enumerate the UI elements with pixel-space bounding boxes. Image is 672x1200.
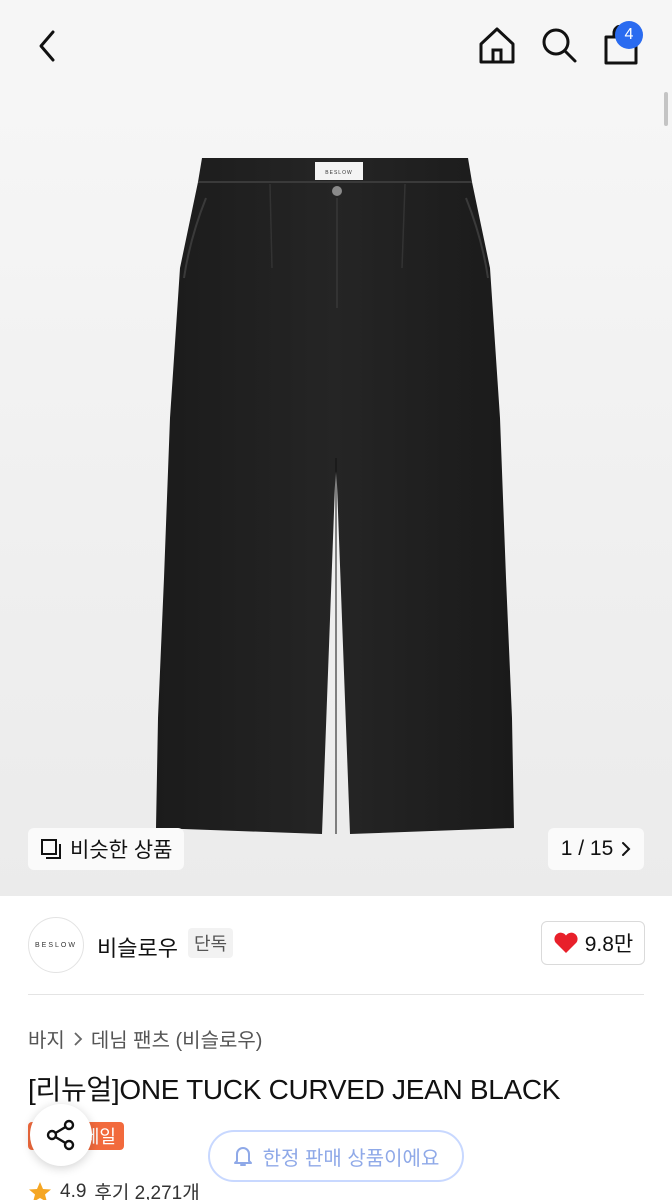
bell-icon (233, 1147, 252, 1166)
waistband-label: BESLOW (325, 170, 352, 176)
chevron-left-icon (39, 30, 55, 62)
breadcrumb-subcategory[interactable]: 데님 팬츠 (비슬로우) (91, 1024, 263, 1053)
brand-row: BESLOW 비슬로우 단독 9.8만 (0, 896, 672, 994)
image-pager-button[interactable]: 1 / 15 (548, 828, 644, 870)
product-image: BESLOW (156, 158, 514, 834)
similar-items-icon (41, 839, 61, 859)
scrollbar[interactable] (664, 92, 668, 126)
brand-name-link[interactable]: 비슬로우 (97, 931, 178, 963)
cart-count-badge: 4 (615, 21, 643, 49)
star-icon (29, 1181, 51, 1200)
review-count: 후기 2,271개 (94, 1183, 200, 1200)
share-icon (46, 1119, 75, 1151)
share-button[interactable] (30, 1104, 92, 1166)
search-icon (542, 28, 577, 63)
back-button[interactable] (26, 24, 70, 68)
rating-value: 4.9 (60, 1180, 87, 1200)
like-button[interactable]: 9.8만 (541, 921, 645, 965)
chevron-right-icon (74, 1031, 83, 1046)
home-button[interactable] (474, 22, 520, 68)
similar-products-button[interactable]: 비슷한 상품 (28, 828, 185, 870)
top-navigation-bar: 4 (0, 0, 672, 92)
breadcrumb-category[interactable]: 바지 (28, 1024, 65, 1053)
limited-sale-label: 한정 판매 상품이에요 (262, 1147, 440, 1170)
brand-logo[interactable]: BESLOW (28, 917, 84, 973)
divider (28, 994, 644, 995)
breadcrumb: 바지 데님 팬츠 (비슬로우) (28, 1024, 262, 1053)
image-pager-count: 1 / 15 (560, 837, 614, 860)
product-title: [리뉴얼]ONE TUCK CURVED JEAN BLACK (28, 1074, 561, 1105)
product-image-gallery[interactable]: BESLOW 비슷한 상품 1 / 15 (0, 92, 672, 896)
similar-products-label: 비슷한 상품 (70, 839, 173, 862)
limited-sale-notice[interactable]: 한정 판매 상품이에요 (208, 1130, 464, 1182)
search-button[interactable] (536, 22, 582, 68)
rating-row[interactable]: 4.9 후기 2,271개 (28, 1178, 200, 1200)
chevron-right-icon (622, 842, 631, 856)
exclusive-tag: 단독 (188, 928, 234, 958)
home-icon (479, 27, 515, 64)
like-count: 9.8만 (584, 933, 634, 956)
heart-icon (554, 932, 578, 953)
